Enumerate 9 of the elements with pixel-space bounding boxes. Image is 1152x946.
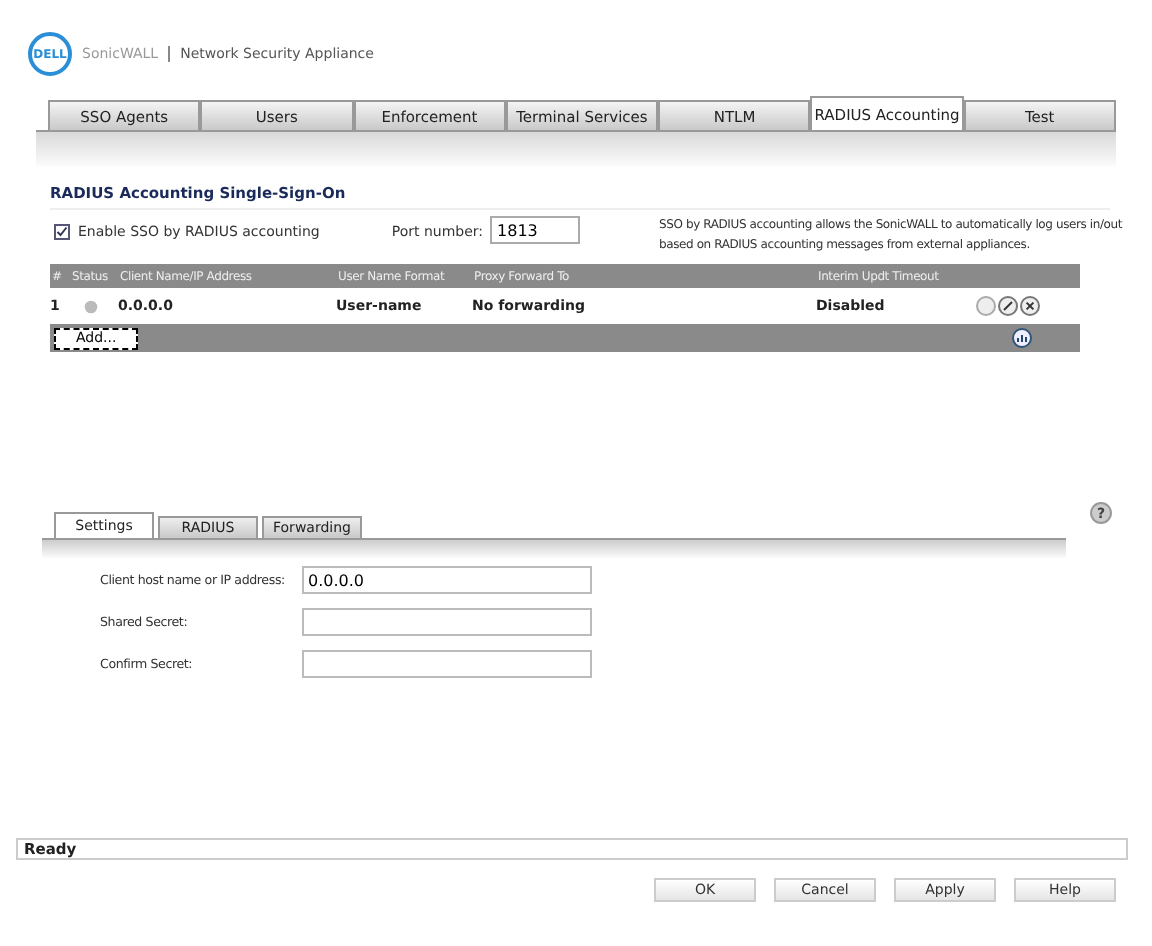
status-icon	[84, 299, 98, 313]
port-field[interactable]: 1813	[489, 216, 580, 244]
input-field[interactable]	[302, 650, 592, 678]
chart-icon[interactable]	[1012, 328, 1032, 348]
input-field[interactable]: 0.0.0.0	[302, 566, 592, 594]
checkbox[interactable]	[54, 224, 70, 240]
input-field[interactable]	[302, 608, 592, 636]
edit-icon[interactable]	[998, 296, 1018, 316]
delete-icon[interactable]	[1020, 296, 1040, 316]
